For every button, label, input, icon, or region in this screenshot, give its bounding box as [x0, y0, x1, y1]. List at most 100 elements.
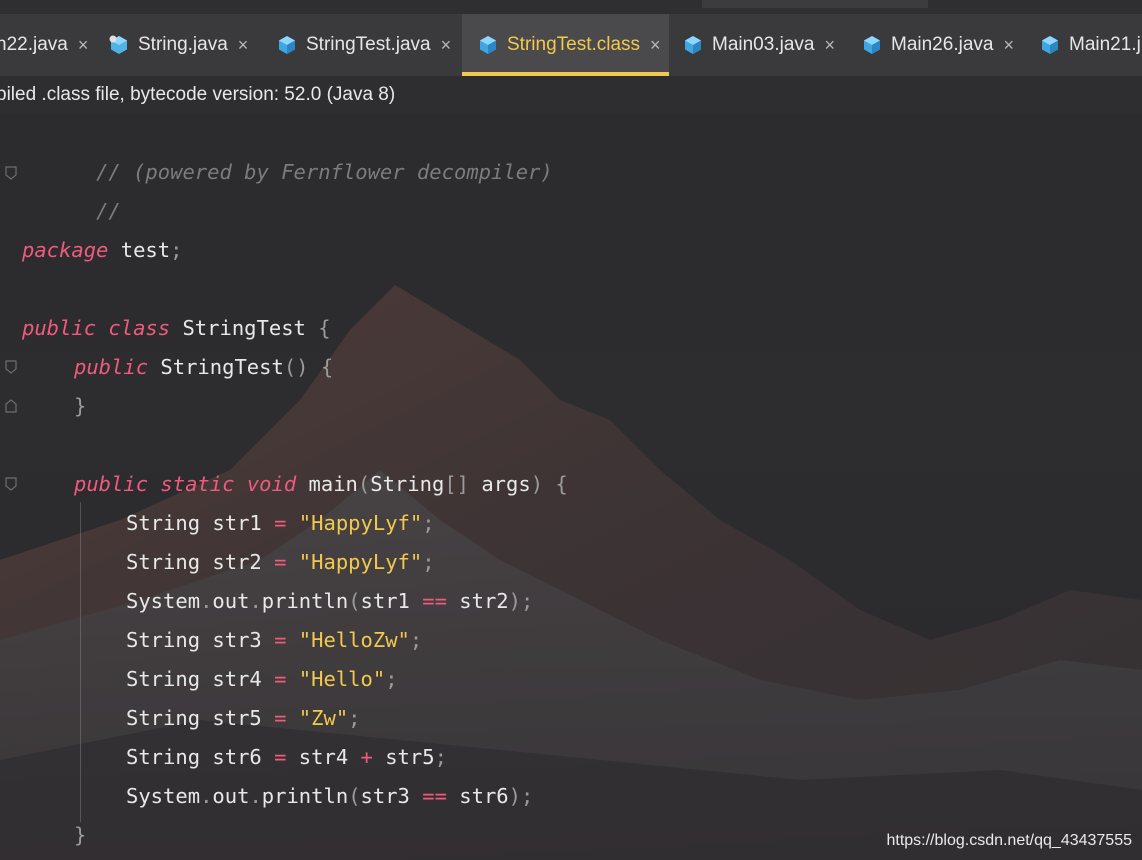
- ide-window: n22.java × String.java × StringTest.java…: [0, 0, 1142, 860]
- identifier: str5: [372, 745, 435, 769]
- identifier: out: [212, 589, 250, 613]
- identifier: str6: [446, 784, 509, 808]
- identifier: String str3: [126, 628, 275, 652]
- operator: =: [274, 667, 287, 691]
- java-class-modified-icon: [109, 35, 127, 54]
- tab-n22-java[interactable]: n22.java ×: [0, 14, 102, 76]
- code-line-str5: String str5 = "Zw";: [126, 699, 361, 738]
- operator: =: [274, 745, 287, 769]
- punctuation: (: [357, 472, 371, 496]
- identifier: String: [370, 472, 445, 496]
- keyword: public: [22, 316, 97, 340]
- operator: +: [360, 745, 373, 769]
- identifier: str4: [286, 745, 361, 769]
- code-line-str6: String str6 = str4 + str5;: [126, 738, 447, 777]
- class-file-icon: [480, 36, 496, 54]
- java-file-icon: [685, 36, 701, 54]
- code-editor[interactable]: // (powered by Fernflower decompiler) //…: [0, 114, 1142, 860]
- string-literal: "HappyLyf": [286, 550, 423, 574]
- punctuation: (: [348, 784, 361, 808]
- punctuation: ;: [434, 745, 447, 769]
- tab-main21-java[interactable]: Main21.j: [1039, 14, 1141, 76]
- close-icon[interactable]: ×: [824, 35, 835, 56]
- java-file-icon: [279, 36, 295, 54]
- identifier: main: [296, 472, 358, 496]
- punctuation: }: [74, 823, 87, 847]
- identifier: str3: [360, 784, 423, 808]
- string-literal: "Zw": [286, 706, 349, 730]
- punctuation: ;: [409, 628, 423, 652]
- keyword: public: [74, 355, 149, 379]
- identifier: args: [469, 472, 531, 496]
- operator: ==: [422, 784, 447, 808]
- identifier: String str6: [126, 745, 275, 769]
- comment-text: //: [96, 199, 121, 223]
- punctuation: {: [318, 316, 331, 340]
- string-literal: "HelloZw": [286, 628, 410, 652]
- identifier: str2: [446, 589, 509, 613]
- punctuation: .: [249, 589, 262, 613]
- tab-stringtest-class[interactable]: StringTest.class ×: [462, 14, 669, 76]
- tab-string-java[interactable]: String.java ×: [108, 14, 262, 76]
- close-icon[interactable]: ×: [1003, 35, 1014, 56]
- code-line-str2: String str2 = "HappyLyf";: [126, 543, 435, 582]
- fold-start-icon[interactable]: [5, 477, 17, 491]
- code-line-package: package test;: [22, 231, 182, 270]
- keyword: static: [160, 472, 235, 496]
- fold-end-icon[interactable]: [5, 166, 17, 180]
- punctuation: }: [74, 394, 87, 418]
- identifier: String str4: [126, 667, 275, 691]
- string-literal: "Hello": [286, 667, 386, 691]
- tab-label: StringTest.class: [507, 34, 641, 55]
- operator: ==: [422, 589, 447, 613]
- identifier: str1: [360, 589, 423, 613]
- punctuation: .: [200, 784, 213, 808]
- tab-label: Main03.java: [712, 34, 815, 55]
- code-line-println-2: System.out.println(str3 == str6);: [126, 777, 533, 816]
- identifier: System: [126, 589, 201, 613]
- code-line-2: //: [22, 153, 121, 223]
- decompiled-class-banner: piled .class file, bytecode version: 52.…: [0, 76, 1142, 114]
- close-icon[interactable]: ×: [78, 35, 89, 56]
- punctuation: .: [249, 784, 262, 808]
- punctuation: ) {: [530, 472, 568, 496]
- code-line-str3: String str3 = "HelloZw";: [126, 621, 422, 660]
- tab-main26-java[interactable]: Main26.java ×: [861, 14, 1028, 76]
- punctuation: );: [508, 784, 534, 808]
- punctuation: ;: [422, 511, 435, 535]
- keyword: package: [22, 238, 109, 262]
- identifier: println: [261, 589, 349, 613]
- tab-label: n22.java: [0, 34, 68, 55]
- tab-label: StringTest.java: [306, 34, 431, 55]
- code-line-constructor: public StringTest() {: [74, 348, 333, 387]
- keyword: class: [108, 316, 171, 340]
- tab-stringtest-java[interactable]: StringTest.java ×: [276, 14, 465, 76]
- punctuation: (: [348, 589, 361, 613]
- identifier: StringTest: [170, 316, 319, 340]
- tab-label: String.java: [138, 34, 228, 55]
- keyword: void: [246, 472, 297, 496]
- banner-text: piled .class file, bytecode version: 52.…: [0, 84, 396, 105]
- tab-main03-java[interactable]: Main03.java ×: [682, 14, 849, 76]
- identifier: out: [212, 784, 250, 808]
- identifier: System: [126, 784, 201, 808]
- close-icon[interactable]: ×: [238, 35, 249, 56]
- top-toolbar-strip: [0, 0, 1142, 14]
- java-file-icon: [1042, 36, 1058, 54]
- operator: =: [274, 511, 287, 535]
- string-literal: "HappyLyf": [286, 511, 423, 535]
- fold-start-icon[interactable]: [5, 360, 17, 374]
- watermark-url: https://blog.csdn.net/qq_43437555: [886, 832, 1132, 849]
- search-everywhere-box[interactable]: [702, 0, 928, 8]
- tab-label: Main21.j: [1069, 34, 1141, 55]
- fold-end-icon[interactable]: [5, 399, 17, 413]
- close-icon[interactable]: ×: [441, 35, 452, 56]
- punctuation: ;: [170, 238, 183, 262]
- code-line-class-decl: public class StringTest {: [22, 309, 331, 348]
- close-icon[interactable]: ×: [650, 35, 661, 56]
- operator: =: [274, 628, 287, 652]
- tab-label: Main26.java: [891, 34, 994, 55]
- code-line-println-1: System.out.println(str1 == str2);: [126, 582, 533, 621]
- punctuation: () {: [283, 355, 334, 379]
- identifier: println: [261, 784, 349, 808]
